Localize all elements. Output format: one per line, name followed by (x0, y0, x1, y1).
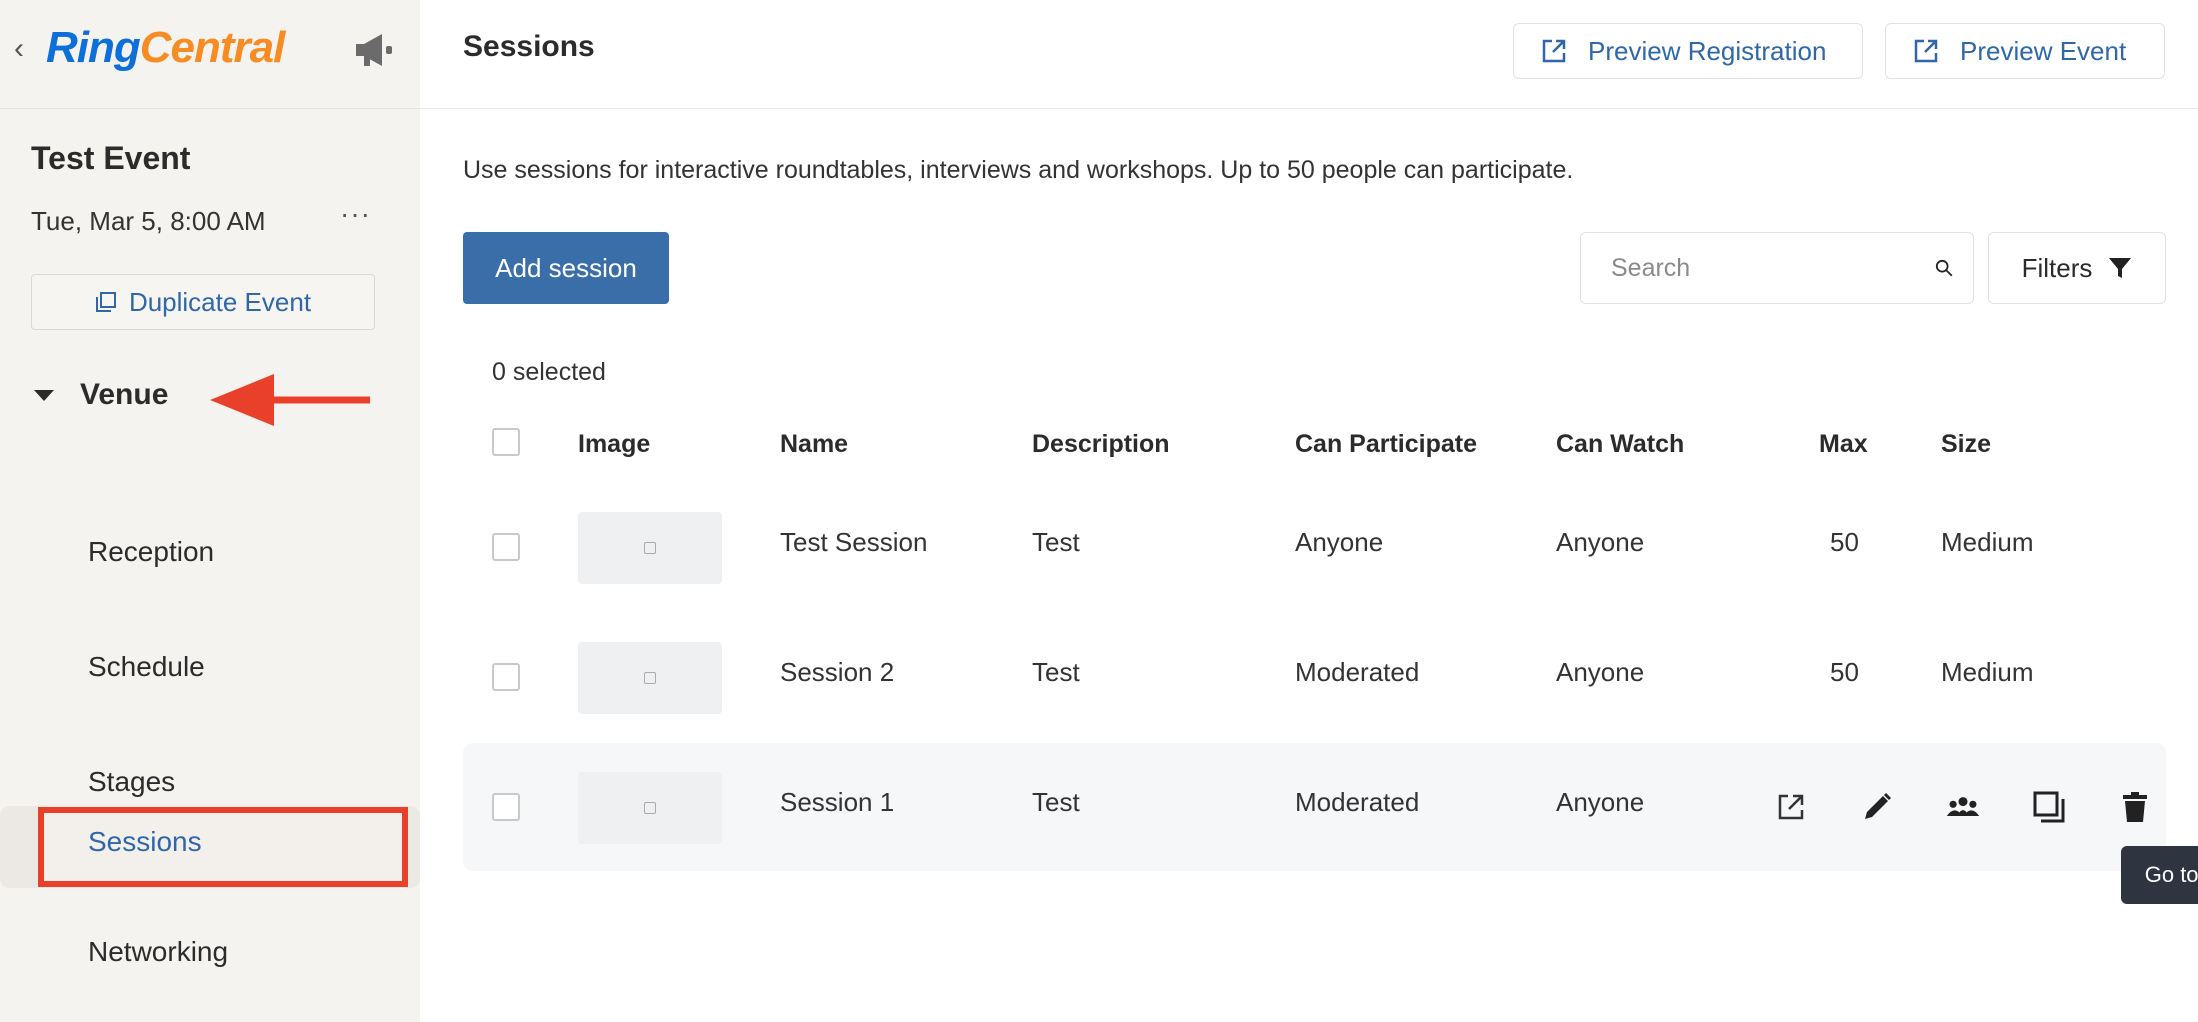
session-can-participate: Anyone (1295, 527, 1384, 557)
session-description: Test (1032, 657, 1080, 687)
back-chevron-icon[interactable]: ‹ (14, 34, 24, 64)
sidebar-item-sessions[interactable]: Sessions (88, 826, 202, 858)
edit-session-button[interactable] (1857, 787, 1897, 827)
annotation-arrow-icon (210, 374, 370, 426)
preview-registration-label: Preview Registration (1588, 35, 1827, 66)
filters-label: Filters (2021, 252, 2093, 283)
column-header-can-participate[interactable]: Can Participate (1295, 430, 1477, 459)
row-checkbox[interactable] (492, 533, 520, 561)
top-bar: Sessions Preview Registration Preview Ev… (420, 0, 2198, 109)
pencil-icon (1865, 792, 1892, 819)
duplicate-event-label: Duplicate Event (128, 286, 312, 317)
row-checkbox[interactable] (492, 793, 520, 821)
ringcentral-logo[interactable]: RingCentral (46, 22, 285, 74)
venue-section-toggle[interactable]: Venue (34, 378, 168, 412)
sidebar: ‹ RingCentral Test Event Tue, Mar 5, 8:0… (0, 0, 420, 1022)
external-link-icon (1542, 39, 1566, 63)
session-size: Medium (1941, 527, 2034, 557)
session-thumbnail (578, 772, 722, 844)
sidebar-header: ‹ RingCentral (0, 0, 420, 109)
duplicate-icon (2033, 791, 2065, 823)
session-can-watch: Anyone (1556, 527, 1645, 557)
search-icon[interactable] (1935, 253, 1953, 283)
session-can-participate: Moderated (1295, 657, 1420, 687)
duplicate-event-button[interactable]: Duplicate Event (31, 274, 375, 330)
event-title: Test Event (31, 140, 191, 176)
participants-button[interactable] (1943, 787, 1983, 827)
sidebar-item-reception[interactable]: Reception (88, 536, 214, 568)
preview-event-label: Preview Event (1960, 35, 2127, 66)
sessions-description: Use sessions for interactive roundtables… (463, 156, 1574, 184)
venue-label: Venue (80, 378, 169, 411)
column-header-can-watch[interactable]: Can Watch (1556, 430, 1684, 459)
more-options-icon[interactable]: ··· (340, 198, 371, 230)
session-name: Session 2 (780, 657, 895, 687)
session-can-watch: Anyone (1556, 787, 1645, 817)
table-row[interactable]: Test Session Test Anyone Anyone 50 Mediu… (420, 483, 2166, 611)
event-date: Tue, Mar 5, 8:00 AM (31, 206, 266, 236)
duplicate-session-button[interactable] (2029, 787, 2069, 827)
image-placeholder-icon (644, 672, 656, 684)
session-max: 50 (1830, 527, 1859, 557)
image-placeholder-icon (644, 802, 656, 814)
row-checkbox[interactable] (492, 663, 520, 691)
page-title: Sessions (463, 30, 595, 63)
column-header-max[interactable]: Max (1819, 430, 1868, 459)
session-description: Test (1032, 787, 1080, 817)
session-name: Session 1 (780, 787, 895, 817)
external-link-icon (1914, 39, 1938, 63)
selected-count: 0 selected (492, 358, 606, 386)
filter-icon (2109, 258, 2132, 278)
session-thumbnail (578, 512, 722, 584)
table-row[interactable]: Session 1 Test Moderated Anyone (463, 743, 2166, 871)
image-placeholder-icon (644, 542, 656, 554)
sidebar-item-networking[interactable]: Networking (88, 936, 228, 968)
session-can-participate: Moderated (1295, 787, 1420, 817)
sidebar-item-stages[interactable]: Stages (88, 766, 175, 798)
people-icon (1946, 797, 1980, 816)
table-row[interactable]: Session 2 Test Moderated Anyone 50 Mediu… (420, 613, 2166, 741)
session-size: Medium (1941, 657, 2034, 687)
delete-session-button[interactable] (2115, 787, 2155, 827)
session-thumbnail (578, 642, 722, 714)
caret-down-icon (34, 389, 54, 401)
select-all-checkbox[interactable] (492, 428, 520, 456)
session-can-watch: Anyone (1556, 657, 1645, 687)
search-box[interactable] (1580, 232, 1974, 304)
add-session-button[interactable]: Add session (463, 232, 669, 304)
session-max: 50 (1830, 657, 1859, 687)
main-content: Sessions Preview Registration Preview Ev… (420, 0, 2198, 1022)
preview-registration-button[interactable]: Preview Registration (1513, 23, 1863, 79)
column-header-size[interactable]: Size (1941, 430, 1991, 459)
megaphone-icon[interactable] (352, 30, 396, 70)
sidebar-item-schedule[interactable]: Schedule (88, 651, 205, 683)
preview-event-button[interactable]: Preview Event (1885, 23, 2165, 79)
external-link-icon (1778, 794, 1804, 820)
go-to-session-tooltip: Go to session (2121, 846, 2198, 904)
column-header-description[interactable]: Description (1032, 430, 1170, 459)
column-header-name[interactable]: Name (780, 430, 848, 459)
copy-icon (95, 292, 116, 312)
go-to-session-button[interactable] (1771, 787, 1811, 827)
trash-icon (2123, 792, 2147, 822)
session-description: Test (1032, 527, 1080, 557)
column-header-image: Image (578, 430, 651, 458)
session-name: Test Session (780, 527, 928, 557)
row-actions (1771, 743, 2155, 871)
filters-button[interactable]: Filters (1988, 232, 2166, 304)
search-input[interactable] (1609, 252, 1935, 284)
